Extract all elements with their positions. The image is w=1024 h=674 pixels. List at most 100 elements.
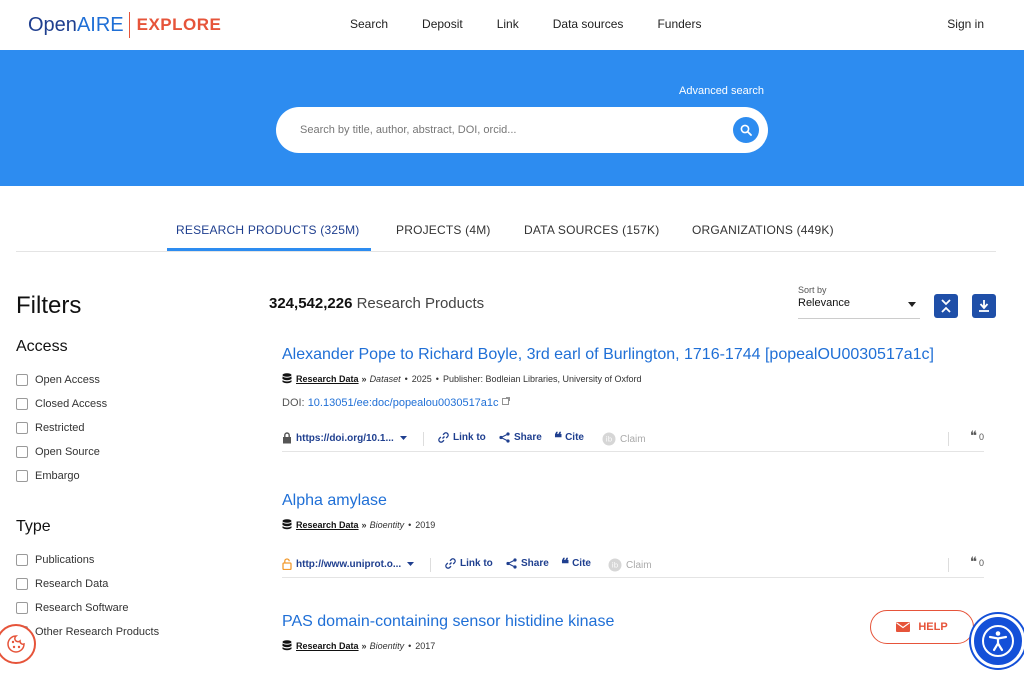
database-icon xyxy=(282,519,292,530)
search-icon xyxy=(740,124,752,136)
checkbox[interactable] xyxy=(16,578,28,590)
search-button[interactable] xyxy=(733,117,759,143)
svg-text:ib: ib xyxy=(606,436,613,444)
doi-link[interactable]: 10.13051/ee:doc/popealou0030517a1c xyxy=(308,397,499,409)
result-type-link[interactable]: Research Data xyxy=(296,374,359,384)
link-icon xyxy=(438,432,449,443)
filter-label: Restricted xyxy=(35,422,85,434)
share-icon xyxy=(506,558,517,569)
action-divider xyxy=(948,432,949,446)
sort-select[interactable]: Relevance xyxy=(798,297,920,319)
checkbox[interactable] xyxy=(16,422,28,434)
logo-open-text: Open xyxy=(28,13,77,36)
open-lock-icon xyxy=(282,558,292,570)
nav-data-sources[interactable]: Data sources xyxy=(553,17,624,31)
nav-deposit[interactable]: Deposit xyxy=(422,17,463,31)
filter-embargo[interactable]: Embargo xyxy=(16,470,80,482)
sign-in-link[interactable]: Sign in xyxy=(947,17,984,31)
result-card: Alpha amylase Research Data » Bioentity … xyxy=(282,492,984,578)
filter-publications[interactable]: Publications xyxy=(16,554,94,566)
entity-tabs: RESEARCH PRODUCTS (325M) PROJECTS (4M) D… xyxy=(16,212,996,252)
caret-down-icon xyxy=(407,561,415,566)
share-button[interactable]: Share xyxy=(506,558,549,569)
share-label: Share xyxy=(521,558,549,569)
filter-open-access[interactable]: Open Access xyxy=(16,374,100,386)
result-subtype: Bioentity xyxy=(369,640,405,651)
result-meta: Research Data » Dataset • 2025 • Publish… xyxy=(282,373,984,384)
filter-open-source[interactable]: Open Source xyxy=(16,446,100,458)
result-title[interactable]: Alexander Pope to Richard Boyle, 3rd ear… xyxy=(282,346,984,364)
search-hero: Advanced search xyxy=(0,50,1024,186)
access-url-dropdown[interactable]: https://doi.org/10.1... xyxy=(282,432,411,444)
help-label: HELP xyxy=(918,621,948,633)
help-button[interactable]: HELP xyxy=(870,610,974,644)
citation-count: ❝ 0 xyxy=(969,555,984,570)
share-button[interactable]: Share xyxy=(499,432,542,443)
result-actions: http://www.uniprot.o... Link to Share ❝ … xyxy=(282,552,984,578)
openaire-explore-logo[interactable]: Open AIRE EXPLORE xyxy=(28,12,221,38)
link-to-button[interactable]: Link to xyxy=(445,558,493,569)
active-tab-indicator xyxy=(167,248,371,251)
nav-search[interactable]: Search xyxy=(350,17,388,31)
checkbox[interactable] xyxy=(16,398,28,410)
search-input[interactable] xyxy=(300,119,710,141)
collapse-all-button[interactable] xyxy=(934,294,958,318)
filter-research-data[interactable]: Research Data xyxy=(16,578,108,590)
caret-down-icon xyxy=(399,435,407,440)
cite-button[interactable]: ❝ Cite xyxy=(561,556,591,571)
accessibility-button[interactable] xyxy=(971,614,1024,668)
advanced-search-link[interactable]: Advanced search xyxy=(679,85,764,97)
access-url-dropdown[interactable]: http://www.uniprot.o... xyxy=(282,558,418,570)
filter-other-research-products[interactable]: Other Research Products xyxy=(16,626,159,638)
tab-projects[interactable]: PROJECTS (4M) xyxy=(396,223,491,237)
filter-label: Open Access xyxy=(35,374,100,386)
tab-organizations[interactable]: ORGANIZATIONS (449K) xyxy=(692,223,834,237)
checkbox[interactable] xyxy=(16,554,28,566)
action-divider xyxy=(948,558,949,572)
filter-research-software[interactable]: Research Software xyxy=(16,602,129,614)
cite-button[interactable]: ❝ Cite xyxy=(554,428,584,447)
result-doi: DOI: 10.13051/ee:doc/popealou0030517a1c xyxy=(282,397,984,409)
claim-button[interactable]: ib Claim xyxy=(602,432,646,446)
action-divider xyxy=(430,558,431,572)
claim-button[interactable]: ib Claim xyxy=(608,558,652,572)
database-icon xyxy=(282,640,292,651)
tab-data-sources[interactable]: DATA SOURCES (157K) xyxy=(524,223,659,237)
result-meta: Research Data » Bioentity • 2019 xyxy=(282,519,984,530)
claim-label: Claim xyxy=(626,559,652,571)
citation-count: ❝ 0 xyxy=(970,430,984,443)
download-button[interactable] xyxy=(972,294,996,318)
filter-label: Open Source xyxy=(35,446,100,458)
result-title[interactable]: Alpha amylase xyxy=(282,492,984,510)
result-type-link[interactable]: Research Data xyxy=(296,641,359,651)
link-to-button[interactable]: Link to xyxy=(438,432,486,443)
nav-link[interactable]: Link xyxy=(497,17,519,31)
meta-dot: • xyxy=(408,640,412,651)
top-navigation-bar: Open AIRE EXPLORE Search Deposit Link Dat… xyxy=(0,0,1024,50)
filter-closed-access[interactable]: Closed Access xyxy=(16,398,107,410)
checkbox[interactable] xyxy=(16,374,28,386)
checkbox[interactable] xyxy=(16,470,28,482)
sort-by-label: Sort by xyxy=(798,285,827,295)
collapse-icon xyxy=(941,299,951,313)
logo-explore-text: EXPLORE xyxy=(136,15,222,34)
claim-icon: ib xyxy=(608,558,622,572)
meta-arrow: » xyxy=(361,373,367,384)
nav-funders[interactable]: Funders xyxy=(657,17,701,31)
link-to-label: Link to xyxy=(453,432,486,443)
meta-arrow: » xyxy=(361,519,367,530)
tab-research-products[interactable]: RESEARCH PRODUCTS (325M) xyxy=(176,223,360,237)
cookie-icon xyxy=(7,635,25,653)
claim-label: Claim xyxy=(620,433,646,445)
citations-icon: ❝ xyxy=(969,555,977,570)
result-subtype: Bioentity xyxy=(369,519,405,530)
cookie-settings-button[interactable] xyxy=(0,624,36,664)
quote-icon: ❝ xyxy=(554,428,563,447)
results-count-number: 324,542,226 xyxy=(269,295,353,312)
checkbox[interactable] xyxy=(16,602,28,614)
checkbox[interactable] xyxy=(16,446,28,458)
result-type-link[interactable]: Research Data xyxy=(296,520,359,530)
logo-aire-text: AIRE xyxy=(76,13,124,36)
filter-restricted[interactable]: Restricted xyxy=(16,422,85,434)
share-label: Share xyxy=(514,432,542,443)
